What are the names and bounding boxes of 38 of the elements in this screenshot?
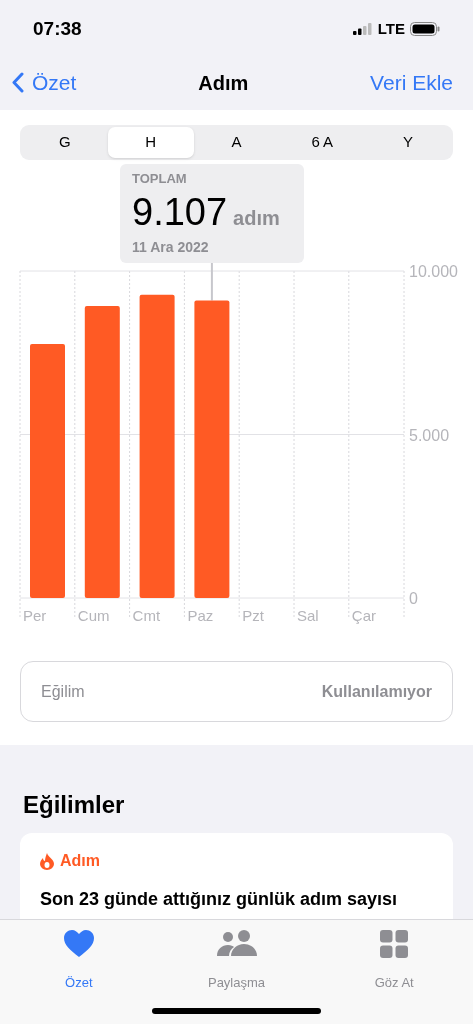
segment-tab[interactable]: G <box>22 127 108 158</box>
chevron-left-icon <box>12 72 24 93</box>
axis-category-label: Çar <box>351 607 376 624</box>
card-category: Adım <box>60 851 100 871</box>
trend-label: Eğilim <box>41 681 85 702</box>
axis-tick-label: 0 <box>409 590 418 607</box>
status-time: 07:38 <box>33 16 82 41</box>
axis-category-label: Pzt <box>242 607 264 624</box>
tooltip-label: TOPLAM <box>132 170 188 188</box>
add-data-button[interactable]: Veri Ekle <box>370 66 461 99</box>
people-icon <box>216 930 257 956</box>
axis-tick-label: 10.000 <box>409 263 458 280</box>
back-button[interactable]: Özet <box>12 66 77 99</box>
axis-tick-label: 5.000 <box>409 426 450 444</box>
flame-icon <box>40 852 54 870</box>
tooltip-date: 11 Ara 2022 <box>132 237 210 257</box>
trend-value: Kullanılamıyor <box>321 681 432 702</box>
grid-icon <box>380 930 409 958</box>
signal-icon <box>352 23 373 35</box>
axis-category-label: Cmt <box>132 607 161 624</box>
axis-category-label: Sal <box>297 607 319 624</box>
nav-title: Adım <box>198 70 249 96</box>
segment-tab[interactable]: A <box>193 127 280 158</box>
axis-category-label: Paz <box>187 607 214 624</box>
network-label: LTE <box>377 18 405 39</box>
segment-tab[interactable]: Y <box>365 127 451 158</box>
segment-tab[interactable]: 6 A <box>279 127 366 158</box>
leader-line <box>210 263 213 302</box>
card-text: Son 23 günde attığınız günlük adım sayısı <box>40 888 399 911</box>
heart-icon <box>63 930 94 957</box>
tooltip-unit: adım <box>233 205 280 231</box>
section-heading: Eğilimler <box>22 790 126 820</box>
battery-icon <box>410 22 440 36</box>
segment-tab[interactable]: H <box>107 127 194 158</box>
axis-category-label: Per <box>23 607 47 624</box>
tooltip-value: 9.107 <box>132 189 228 235</box>
axis-category-label: Cum <box>77 607 110 624</box>
tab-bar-item[interactable]: Özet <box>0 930 158 992</box>
